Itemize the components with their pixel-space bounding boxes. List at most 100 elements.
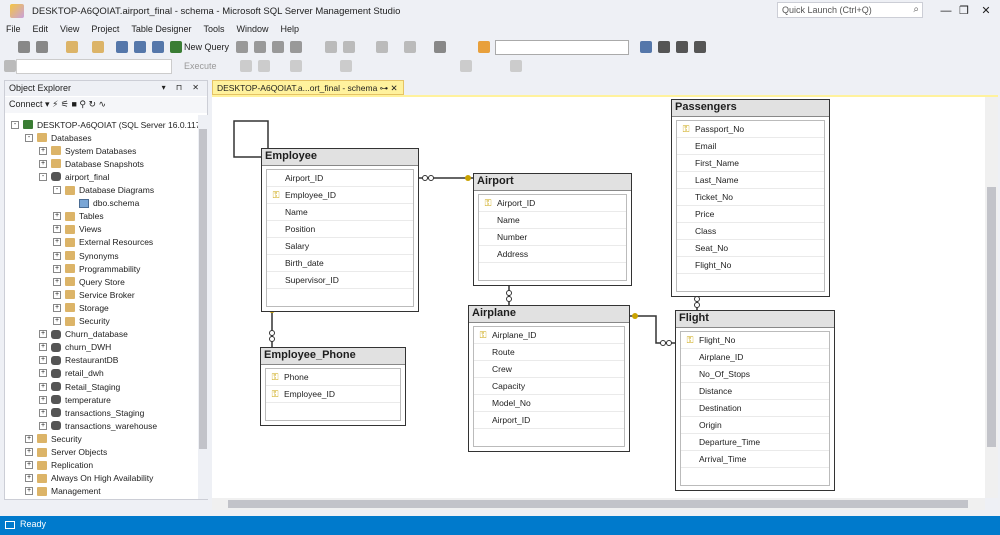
back-icon[interactable]	[18, 41, 30, 53]
connect-dropdown-icon[interactable]: ▾ ⚡ ⚟ ■ ⚲ ↻ ∿	[45, 99, 106, 109]
tree-item[interactable]: - DESKTOP-A6QOIAT (SQL Server 16.0.117	[11, 118, 198, 131]
expand-icon[interactable]: +	[39, 146, 47, 155]
column-row[interactable]: Model_No	[474, 395, 624, 412]
copy-icon[interactable]	[152, 41, 164, 53]
column-row[interactable]: ⚿ Passport_No	[677, 121, 824, 138]
tree-item[interactable]: + Management	[25, 485, 101, 498]
column-row[interactable]: ⚿ Airport_ID	[479, 195, 626, 212]
menu-file[interactable]: File	[0, 22, 27, 36]
plan-icon[interactable]	[290, 60, 302, 72]
vertical-scrollbar-thumb[interactable]	[987, 187, 996, 447]
tree-item[interactable]: + Security	[25, 432, 82, 445]
column-row[interactable]: Destination	[681, 400, 829, 417]
expand-icon[interactable]: +	[53, 303, 61, 312]
expand-icon[interactable]: +	[25, 448, 33, 456]
xmla-query-icon[interactable]	[272, 41, 284, 53]
column-row[interactable]: Flight_No	[677, 257, 824, 274]
column-row[interactable]: Origin	[681, 417, 829, 434]
expand-icon[interactable]: +	[53, 290, 61, 299]
column-row[interactable]: Birth_date	[267, 255, 413, 272]
tree-item[interactable]: + Synonyms	[53, 249, 119, 262]
table-passengers[interactable]: Passengers ⚿ Passport_No Email First_Name Las…	[671, 99, 830, 297]
collapse-icon[interactable]: -	[11, 120, 19, 129]
tree-item[interactable]: + retail_dwh	[39, 367, 104, 380]
column-row[interactable]: No_Of_Stops	[681, 366, 829, 383]
tree-item[interactable]: + Retail_Staging	[39, 380, 120, 393]
horizontal-scrollbar-thumb[interactable]	[228, 500, 968, 508]
expand-icon[interactable]: +	[53, 317, 61, 325]
expand-icon[interactable]: +	[53, 212, 61, 221]
tree-item[interactable]: + System Databases	[39, 144, 136, 157]
column-row[interactable]: Address	[479, 246, 626, 263]
tree-scrollbar[interactable]	[198, 115, 208, 499]
redo-icon[interactable]	[404, 41, 416, 53]
table-title[interactable]: Employee	[262, 149, 418, 166]
document-tab-schema[interactable]: DESKTOP-A6QOIAT.a...ort_final - schema ⊶…	[212, 80, 404, 95]
diagram-canvas[interactable]: Employee Airport_ID ⚿ Employee_ID Name Positi…	[212, 97, 985, 498]
stop-icon[interactable]	[240, 60, 252, 72]
tree-item[interactable]: + Query Store	[53, 275, 125, 288]
table-employee-phone[interactable]: Employee_Phone ⚿ Phone ⚿ Employee_ID	[260, 347, 406, 426]
tree-item[interactable]: + temperature	[39, 393, 111, 406]
tree-scrollbar-thumb[interactable]	[199, 129, 207, 449]
menu-tools[interactable]: Tools	[197, 22, 230, 36]
tree-item[interactable]: + Replication	[25, 459, 93, 472]
column-row[interactable]: Price	[677, 206, 824, 223]
diagram-pane-icon[interactable]	[434, 41, 446, 53]
new-query-button[interactable]: New Query	[184, 42, 229, 52]
menu-table-designer[interactable]: Table Designer	[125, 22, 197, 36]
dmx-query-icon[interactable]	[254, 41, 266, 53]
column-row[interactable]: Route	[474, 344, 624, 361]
expand-icon[interactable]: +	[39, 343, 47, 352]
available-databases-dropdown[interactable]	[16, 59, 172, 74]
tab-close-icon[interactable]: ✕	[391, 83, 398, 93]
mdx-query-icon[interactable]	[236, 41, 248, 53]
expand-icon[interactable]: +	[25, 434, 33, 443]
column-row[interactable]: ⚿ Employee_ID	[267, 187, 413, 204]
column-row[interactable]: Departure_Time	[681, 434, 829, 451]
column-row[interactable]: Capacity	[474, 378, 624, 395]
tree-item[interactable]: + Tables	[53, 210, 104, 223]
quick-launch-input[interactable]: Quick Launch (Ctrl+Q) ⌕	[777, 2, 923, 18]
tree-item[interactable]: + Churn_database	[39, 328, 128, 341]
column-row[interactable]: Number	[479, 229, 626, 246]
table-title[interactable]: Flight	[676, 311, 834, 328]
canvas-horizontal-scrollbar[interactable]	[212, 498, 985, 510]
dax-query-icon[interactable]	[290, 41, 302, 53]
expand-icon[interactable]: +	[53, 251, 61, 260]
cut-icon[interactable]	[325, 41, 337, 53]
save-all-icon[interactable]	[134, 41, 146, 53]
collapse-icon[interactable]: -	[25, 133, 33, 142]
column-row[interactable]: Crew	[474, 361, 624, 378]
toolbox-icon[interactable]	[676, 41, 688, 53]
column-row[interactable]: ⚿ Employee_ID	[266, 386, 400, 403]
tree-item[interactable]: - airport_final	[39, 170, 109, 183]
column-row[interactable]: Airport_ID	[267, 170, 413, 187]
new-query-icon[interactable]	[170, 41, 182, 53]
expand-icon[interactable]: +	[25, 487, 33, 496]
column-row[interactable]: Position	[267, 221, 413, 238]
close-icon[interactable]: ✕	[972, 2, 1000, 20]
column-row[interactable]: First_Name	[677, 155, 824, 172]
collapse-icon[interactable]: -	[39, 172, 47, 181]
table-flight[interactable]: Flight ⚿ Flight_No Airplane_ID No_Of_Stops Di…	[675, 310, 835, 491]
column-row[interactable]: Name	[479, 212, 626, 229]
column-row-empty[interactable]	[681, 468, 829, 485]
expand-icon[interactable]: +	[53, 238, 61, 247]
expand-icon[interactable]: +	[39, 421, 47, 430]
undo-icon[interactable]	[376, 41, 388, 53]
expand-icon[interactable]: +	[39, 159, 47, 168]
table-title[interactable]: Passengers	[672, 100, 829, 117]
column-row-empty[interactable]	[677, 274, 824, 291]
pin-icon[interactable]: ⊶	[380, 83, 391, 93]
menu-help[interactable]: Help	[274, 22, 305, 36]
column-row-empty[interactable]	[479, 263, 626, 280]
expand-icon[interactable]: +	[39, 395, 47, 404]
table-airport[interactable]: Airport ⚿ Airport_ID Name Number Address	[473, 173, 632, 286]
expand-icon[interactable]: +	[39, 408, 47, 417]
expand-icon[interactable]: +	[39, 382, 47, 391]
column-row-empty[interactable]	[474, 429, 624, 446]
tree-item[interactable]: + Always On High Availability	[25, 472, 153, 485]
column-row-empty[interactable]	[266, 403, 400, 420]
column-row[interactable]: Name	[267, 204, 413, 221]
